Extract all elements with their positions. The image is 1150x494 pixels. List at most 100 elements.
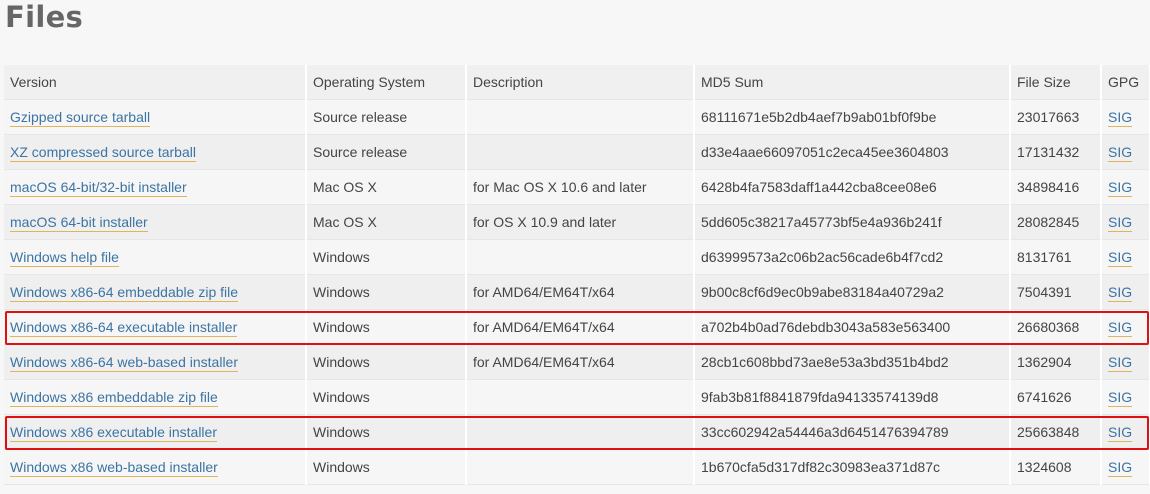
column-header-gpg: GPG xyxy=(1101,65,1150,100)
gpg-cell: SIG xyxy=(1101,449,1150,485)
version-cell: XZ compressed source tarball xyxy=(4,134,307,170)
description-cell xyxy=(466,379,695,415)
download-link[interactable]: Windows x86-64 executable installer xyxy=(10,319,238,337)
download-link[interactable]: Windows x86-64 web-based installer xyxy=(10,354,238,372)
table-row: Windows x86 executable installer Windows 3… xyxy=(4,414,1150,450)
md5-cell: a702b4b0ad76debdb3043a583e563400 xyxy=(694,309,1011,345)
table-row: Windows x86-64 web-based installer Window… xyxy=(4,344,1150,380)
download-link[interactable]: macOS 64-bit/32-bit installer xyxy=(10,179,187,197)
files-table-container: Version Operating System Description MD5… xyxy=(4,65,1150,485)
version-cell: Gzipped source tarball xyxy=(4,99,307,135)
gpg-cell: SIG xyxy=(1101,99,1150,135)
md5-cell: 9fab3b81f8841879fda94133574139d8 xyxy=(694,379,1011,415)
version-cell: Windows x86 executable installer xyxy=(4,414,307,450)
download-link[interactable]: Windows x86-64 embeddable zip file xyxy=(10,284,239,302)
description-cell: for OS X 10.9 and later xyxy=(466,204,695,240)
table-row: macOS 64-bit/32-bit installer Mac OS Xfor… xyxy=(4,169,1150,205)
gpg-cell: SIG xyxy=(1101,309,1150,345)
gpg-sig-link[interactable]: SIG xyxy=(1108,249,1133,267)
os-cell: Mac OS X xyxy=(306,169,467,205)
description-cell xyxy=(466,449,695,485)
gpg-sig-link[interactable]: SIG xyxy=(1108,459,1133,477)
download-link[interactable]: Windows help file xyxy=(10,249,119,267)
gpg-sig-link[interactable]: SIG xyxy=(1108,354,1133,372)
download-link[interactable]: Windows x86 embeddable zip file xyxy=(10,389,218,407)
file-size-cell: 1324608 xyxy=(1010,449,1102,485)
table-row: Gzipped source tarball Source release 6811… xyxy=(4,99,1150,135)
files-table: Version Operating System Description MD5… xyxy=(4,65,1150,485)
version-cell: Windows help file xyxy=(4,239,307,275)
gpg-sig-link[interactable]: SIG xyxy=(1108,424,1133,442)
column-header-file-size: File Size xyxy=(1010,65,1102,100)
os-cell: Windows xyxy=(306,309,467,345)
md5-cell: 6428b4fa7583daff1a442cba8cee08e6 xyxy=(694,169,1011,205)
description-cell: for AMD64/EM64T/x64 xyxy=(466,274,695,310)
version-cell: Windows x86-64 embeddable zip file xyxy=(4,274,307,310)
gpg-sig-link[interactable]: SIG xyxy=(1108,179,1133,197)
gpg-sig-link[interactable]: SIG xyxy=(1108,284,1133,302)
file-size-cell: 6741626 xyxy=(1010,379,1102,415)
md5-cell: 68111671e5b2db4aef7b9ab01bf0f9be xyxy=(694,99,1011,135)
version-cell: Windows x86 web-based installer xyxy=(4,449,307,485)
file-size-cell: 7504391 xyxy=(1010,274,1102,310)
description-cell xyxy=(466,134,695,170)
description-cell xyxy=(466,239,695,275)
os-cell: Windows xyxy=(306,449,467,485)
gpg-sig-link[interactable]: SIG xyxy=(1108,389,1133,407)
download-link[interactable]: macOS 64-bit installer xyxy=(10,214,148,232)
version-cell: macOS 64-bit installer xyxy=(4,204,307,240)
os-cell: Windows xyxy=(306,414,467,450)
gpg-sig-link[interactable]: SIG xyxy=(1108,144,1133,162)
description-cell: for AMD64/EM64T/x64 xyxy=(466,309,695,345)
gpg-sig-link[interactable]: SIG xyxy=(1108,319,1133,337)
files-table-body: Gzipped source tarball Source release 6811… xyxy=(4,99,1150,485)
os-cell: Windows xyxy=(306,274,467,310)
gpg-cell: SIG xyxy=(1101,274,1150,310)
file-size-cell: 23017663 xyxy=(1010,99,1102,135)
table-header-row: Version Operating System Description MD5… xyxy=(4,65,1150,100)
gpg-cell: SIG xyxy=(1101,414,1150,450)
gpg-cell: SIG xyxy=(1101,134,1150,170)
gpg-cell: SIG xyxy=(1101,379,1150,415)
file-size-cell: 34898416 xyxy=(1010,169,1102,205)
md5-cell: 28cb1c608bbd73ae8e53a3bd351b4bd2 xyxy=(694,344,1011,380)
os-cell: Windows xyxy=(306,379,467,415)
download-link[interactable]: Windows x86 web-based installer xyxy=(10,459,218,477)
gpg-sig-link[interactable]: SIG xyxy=(1108,109,1133,127)
gpg-cell: SIG xyxy=(1101,239,1150,275)
table-row: Windows x86 web-based installer Windows 1b… xyxy=(4,449,1150,485)
download-link[interactable]: XZ compressed source tarball xyxy=(10,144,196,162)
file-size-cell: 25663848 xyxy=(1010,414,1102,450)
description-cell xyxy=(466,414,695,450)
version-cell: Windows x86 embeddable zip file xyxy=(4,379,307,415)
table-row: Windows help file Windows d63999573a2c06b2… xyxy=(4,239,1150,275)
page-title: Files xyxy=(5,0,84,34)
description-cell xyxy=(466,99,695,135)
os-cell: Windows xyxy=(306,239,467,275)
description-cell: for AMD64/EM64T/x64 xyxy=(466,344,695,380)
download-link[interactable]: Gzipped source tarball xyxy=(10,109,151,127)
md5-cell: 1b670cfa5d317df82c30983ea371d87c xyxy=(694,449,1011,485)
file-size-cell: 28082845 xyxy=(1010,204,1102,240)
table-row: Windows x86-64 executable installer Windo… xyxy=(4,309,1150,345)
os-cell: Mac OS X xyxy=(306,204,467,240)
os-cell: Windows xyxy=(306,344,467,380)
file-size-cell: 17131432 xyxy=(1010,134,1102,170)
gpg-sig-link[interactable]: SIG xyxy=(1108,214,1133,232)
gpg-cell: SIG xyxy=(1101,169,1150,205)
md5-cell: 33cc602942a54446a3d6451476394789 xyxy=(694,414,1011,450)
file-size-cell: 1362904 xyxy=(1010,344,1102,380)
file-size-cell: 8131761 xyxy=(1010,239,1102,275)
gpg-cell: SIG xyxy=(1101,344,1150,380)
os-cell: Source release xyxy=(306,134,467,170)
column-header-version: Version xyxy=(4,65,307,100)
description-cell: for Mac OS X 10.6 and later xyxy=(466,169,695,205)
column-header-description: Description xyxy=(466,65,695,100)
md5-cell: 9b00c8cf6d9ec0b9abe83184a40729a2 xyxy=(694,274,1011,310)
table-row: macOS 64-bit installer Mac OS Xfor OS X 1… xyxy=(4,204,1150,240)
download-link[interactable]: Windows x86 executable installer xyxy=(10,424,217,442)
table-row: Windows x86 embeddable zip file Windows 9f… xyxy=(4,379,1150,415)
md5-cell: d33e4aae66097051c2eca45ee3604803 xyxy=(694,134,1011,170)
md5-cell: 5dd605c38217a45773bf5e4a936b241f xyxy=(694,204,1011,240)
md5-cell: d63999573a2c06b2ac56cade6b4f7cd2 xyxy=(694,239,1011,275)
